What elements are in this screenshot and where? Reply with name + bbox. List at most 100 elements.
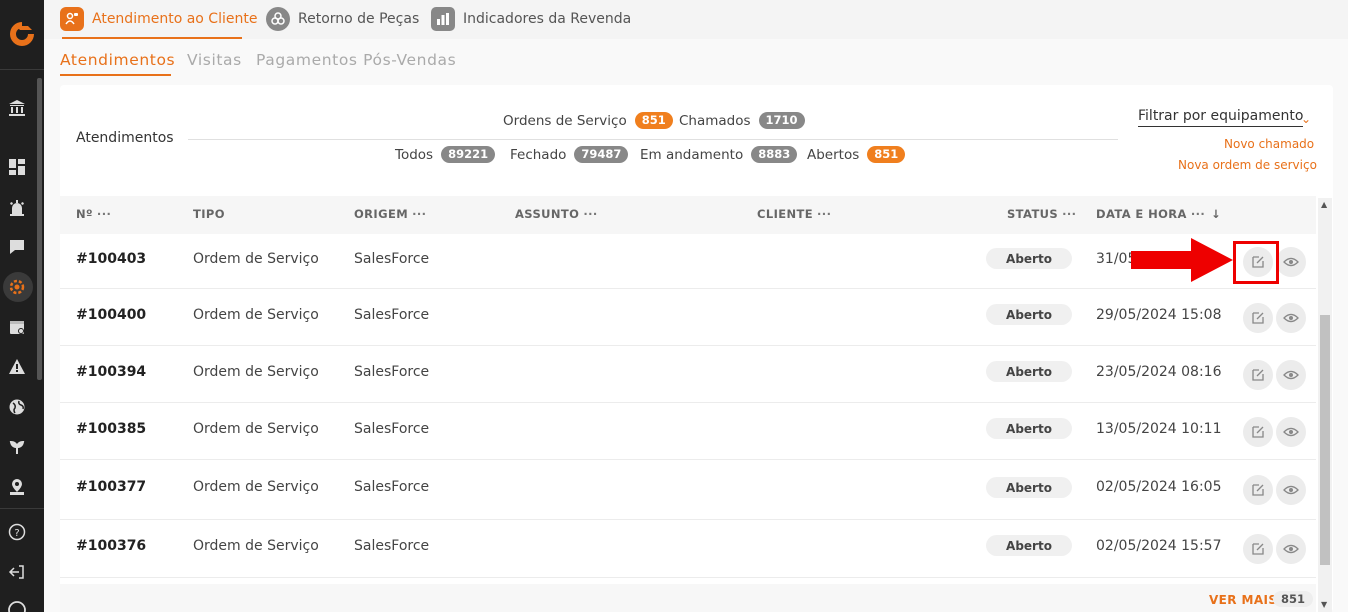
view-button[interactable] xyxy=(1276,360,1306,390)
parts-icon xyxy=(266,7,290,31)
edit-button[interactable] xyxy=(1243,475,1273,505)
chat-icon[interactable] xyxy=(6,236,28,258)
row-type: Ordem de Serviço xyxy=(193,479,319,495)
row-type: Ordem de Serviço xyxy=(193,538,319,554)
card-title: Atendimentos xyxy=(76,130,174,146)
subtab-pagamentos[interactable]: Pagamentos Pós-Vendas xyxy=(256,51,456,69)
row-origin: SalesForce xyxy=(354,538,430,554)
svg-text:?: ? xyxy=(14,528,19,539)
edit-button[interactable] xyxy=(1243,303,1273,333)
new-call-link[interactable]: Novo chamado xyxy=(1224,137,1314,151)
view-button[interactable] xyxy=(1276,303,1306,333)
edit-button[interactable] xyxy=(1243,417,1273,447)
more-icon: ··· xyxy=(1062,207,1077,221)
stat-ordens-servico[interactable]: Ordens de Serviço 851 xyxy=(503,112,673,129)
status-badge: Aberto xyxy=(986,304,1072,325)
status-badge: Aberto xyxy=(986,361,1072,382)
service-gear-icon[interactable] xyxy=(6,276,28,298)
row-origin: SalesForce xyxy=(354,307,430,323)
row-datetime: 29/05/2024 15:08 xyxy=(1096,307,1222,323)
row-origin: SalesForce xyxy=(354,364,430,380)
more-icon: ··· xyxy=(96,207,112,221)
scroll-up-icon: ▲ xyxy=(1321,200,1328,209)
stat-abertos[interactable]: Abertos 851 xyxy=(807,146,906,163)
bar-chart-icon xyxy=(431,7,455,31)
stat-todos[interactable]: Todos 89221 xyxy=(395,146,496,163)
row-number: #100385 xyxy=(76,421,147,437)
bank-icon[interactable] xyxy=(6,97,28,119)
table-scrollbar[interactable]: ▲ ▼ xyxy=(1318,198,1332,612)
warning-icon[interactable] xyxy=(6,356,28,378)
alarm-icon[interactable] xyxy=(6,196,28,218)
row-type: Ordem de Serviço xyxy=(193,421,319,437)
sidebar-scrollbar[interactable] xyxy=(37,78,42,380)
count-badge: 1710 xyxy=(758,112,805,129)
view-button[interactable] xyxy=(1276,417,1306,447)
help-icon[interactable]: ? xyxy=(6,521,28,543)
logo-icon[interactable] xyxy=(6,18,38,50)
edit-icon xyxy=(1252,426,1264,438)
new-order-link[interactable]: Nova ordem de serviço xyxy=(1178,158,1317,172)
eye-icon xyxy=(1283,257,1299,267)
dashboard-icon[interactable] xyxy=(6,156,28,178)
column-tipo: TIPO xyxy=(193,207,225,221)
globe-icon[interactable] xyxy=(6,396,28,418)
logout-icon[interactable] xyxy=(6,561,28,583)
status-badge: Aberto xyxy=(986,535,1072,556)
tab-indicadores-revenda[interactable]: Indicadores da Revenda xyxy=(431,6,631,32)
row-datetime: 23/05/2024 08:16 xyxy=(1096,364,1222,380)
status-badge: Aberto xyxy=(986,248,1072,269)
subtab-visitas[interactable]: Visitas xyxy=(187,51,242,69)
edit-icon xyxy=(1252,484,1264,496)
view-button[interactable] xyxy=(1276,475,1306,505)
column-status[interactable]: STATUS ··· xyxy=(1007,207,1076,221)
row-number: #100403 xyxy=(76,251,147,267)
edit-button[interactable] xyxy=(1243,534,1273,564)
sidebar: ? xyxy=(0,0,44,612)
row-number: #100377 xyxy=(76,479,147,495)
tab-label: Atendimento ao Cliente xyxy=(92,11,258,27)
stat-fechado[interactable]: Fechado 79487 xyxy=(510,146,629,163)
column-assunto[interactable]: ASSUNTO ··· xyxy=(515,207,598,221)
tab-label: Indicadores da Revenda xyxy=(463,11,632,27)
row-type: Ordem de Serviço xyxy=(193,251,319,267)
more-icon: ··· xyxy=(1190,207,1206,221)
column-origem[interactable]: ORIGEM ··· xyxy=(354,207,426,221)
count-badge: 851 xyxy=(1273,591,1314,607)
map-pin-icon[interactable] xyxy=(6,476,28,498)
more-icon: ··· xyxy=(817,207,832,221)
ver-mais-button[interactable]: VER MAIS xyxy=(1209,593,1277,607)
edit-icon xyxy=(1252,369,1264,381)
edit-button[interactable] xyxy=(1243,360,1273,390)
view-button[interactable] xyxy=(1276,534,1306,564)
row-number: #100394 xyxy=(76,364,147,380)
edit-icon xyxy=(1252,312,1264,324)
eye-icon xyxy=(1283,313,1299,323)
filter-equipment-select[interactable]: Filtrar por equipamento xyxy=(1138,108,1304,127)
tab-retorno-pecas[interactable]: Retorno de Peças xyxy=(266,6,419,32)
status-badge: Aberto xyxy=(986,477,1072,498)
chevron-down-icon[interactable]: ⌄ xyxy=(1301,112,1311,126)
column-cliente[interactable]: CLIENTE ··· xyxy=(757,207,831,221)
subtab-atendimentos[interactable]: Atendimentos xyxy=(60,51,175,69)
view-button[interactable] xyxy=(1276,247,1306,277)
tab-atendimento-cliente[interactable]: Atendimento ao Cliente xyxy=(60,6,257,32)
stat-em-andamento[interactable]: Em andamento 8883 xyxy=(640,146,798,163)
row-number: #100376 xyxy=(76,538,147,554)
eye-icon xyxy=(1283,427,1299,437)
avatar-icon[interactable] xyxy=(6,596,28,612)
tab-label: Retorno de Peças xyxy=(298,11,420,27)
column-num[interactable]: Nº ··· xyxy=(76,207,111,221)
count-badge: 89221 xyxy=(441,146,496,163)
more-icon: ··· xyxy=(583,207,598,221)
row-type: Ordem de Serviço xyxy=(193,364,319,380)
plant-icon[interactable] xyxy=(6,436,28,458)
calendar-icon[interactable] xyxy=(6,316,28,338)
eye-icon xyxy=(1283,485,1299,495)
stat-chamados[interactable]: Chamados 1710 xyxy=(679,112,805,129)
column-data[interactable]: DATA E HORA ··· ↓ xyxy=(1096,207,1221,221)
count-badge: 851 xyxy=(634,112,673,129)
eye-icon xyxy=(1283,544,1299,554)
count-badge: 851 xyxy=(867,146,906,163)
annotation-arrow-icon xyxy=(1131,238,1233,282)
